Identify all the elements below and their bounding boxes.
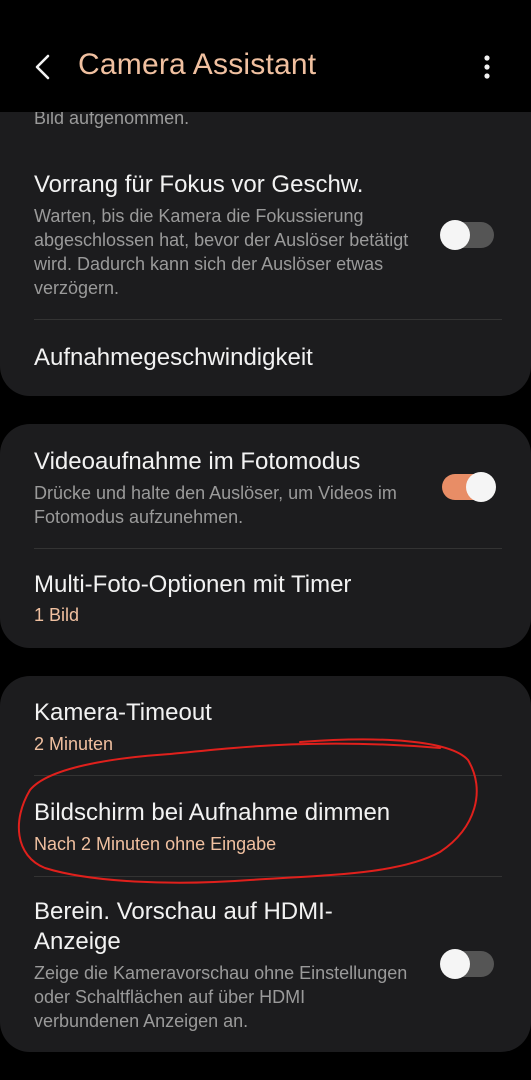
toggle-knob [466,472,496,502]
setting-title: Videoaufnahme im Fotomodus [34,448,361,475]
app-bar: Camera Assistant [0,0,531,112]
setting-row-shooting-speed[interactable]: Aufnahmegeschwindigkeit [0,320,531,396]
setting-value: 1 Bild [34,605,80,625]
setting-title: Kamera-Timeout [34,699,212,726]
setting-row-multi-photo-timer[interactable]: Multi-Foto-Optionen mit Timer 1 Bild [0,549,531,648]
page-title: Camera Assistant [78,48,317,81]
setting-description: Warten, bis die Kamera die Fokussierung … [34,206,409,298]
setting-description: Drücke und halte den Auslöser, um Videos… [34,483,397,527]
video-in-photo-mode-toggle[interactable] [442,472,496,502]
setting-row-video-in-photo-mode[interactable]: Videoaufnahme im Fotomodus Drücke und ha… [0,424,531,548]
settings-card-photo-mode: Videoaufnahme im Fotomodus Drücke und ha… [0,424,531,648]
setting-title: Bildschirm bei Aufnahme dimmen [34,799,391,826]
back-arrow-icon[interactable] [26,50,60,84]
settings-card-focus: Bild aufgenommen. Vorrang für Fokus vor … [0,80,531,396]
settings-card-display: Kamera-Timeout 2 Minuten Bildschirm bei … [0,676,531,1052]
setting-title: Berein. Vorschau auf HDMI-Anzeige [34,898,333,955]
setting-value: Nach 2 Minuten ohne Eingabe [34,834,277,854]
setting-title: Aufnahmegeschwindigkeit [34,344,313,371]
more-options-icon[interactable] [470,50,504,84]
setting-row-dim-screen[interactable]: Bildschirm bei Aufnahme dimmen Nach 2 Mi… [0,776,531,876]
focus-priority-toggle[interactable] [440,220,494,250]
setting-row-focus-priority[interactable]: Vorrang für Fokus vor Geschw. Warten, bi… [0,170,531,318]
setting-value: 2 Minuten [34,734,114,754]
setting-title: Multi-Foto-Optionen mit Timer [34,571,352,598]
toggle-knob [440,949,470,979]
clean-hdmi-preview-toggle[interactable] [440,949,494,979]
toggle-knob [440,220,470,250]
setting-description: Zeige die Kameravorschau ohne Einstellun… [34,963,408,1031]
setting-title: Vorrang für Fokus vor Geschw. [34,171,364,198]
setting-row-clean-hdmi-preview[interactable]: Berein. Vorschau auf HDMI-Anzeige Zeige … [0,877,531,1052]
setting-row-camera-timeout[interactable]: Kamera-Timeout 2 Minuten [0,676,531,775]
